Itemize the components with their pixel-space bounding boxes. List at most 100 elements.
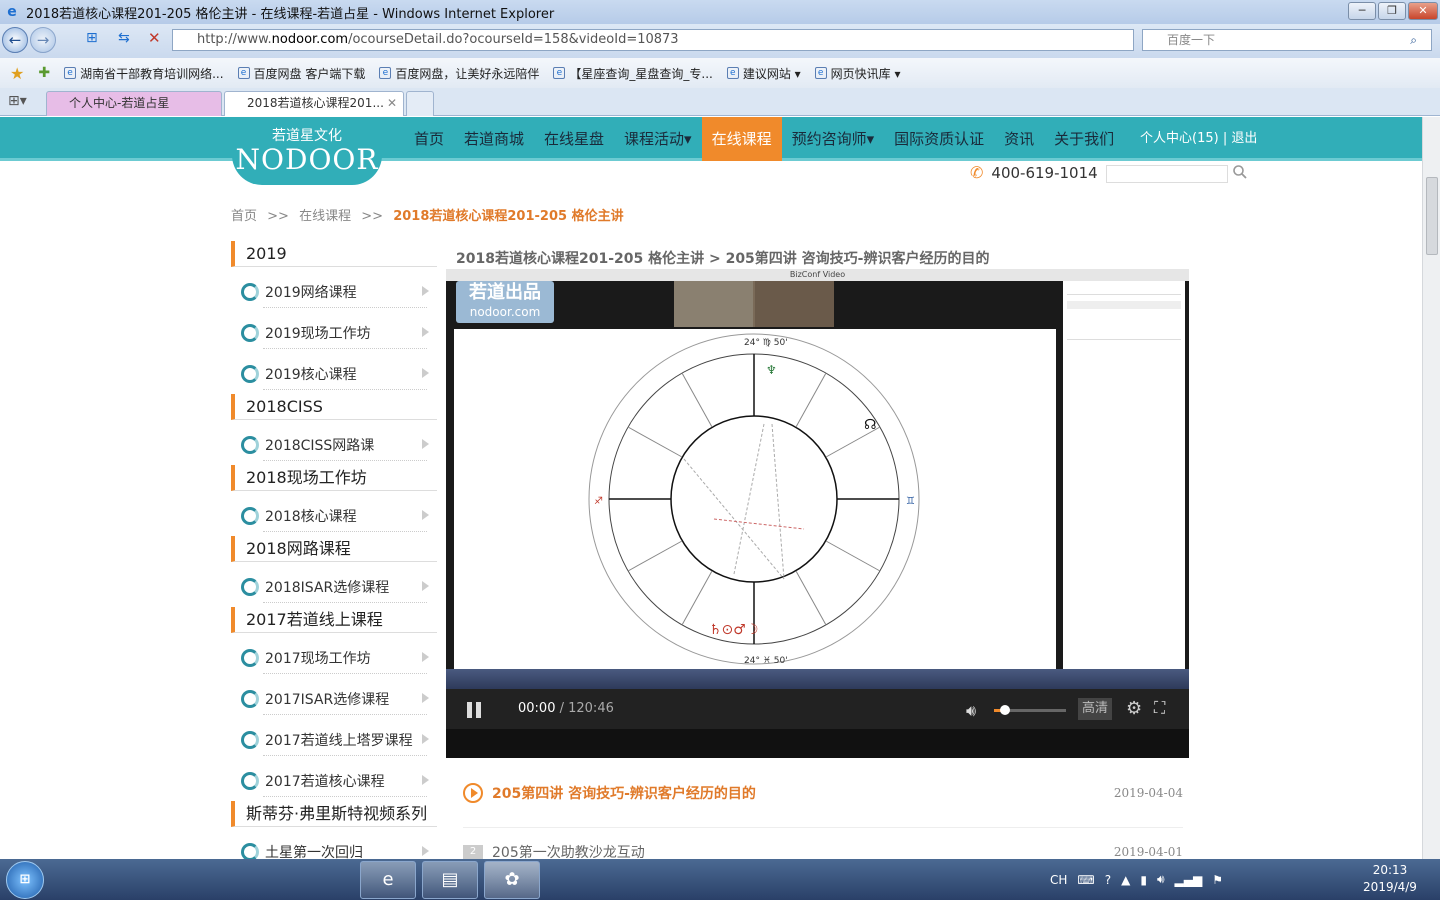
sidebar-item[interactable]: 2019核心课程 [231,353,437,394]
page-icon: e [64,67,77,79]
video-player[interactable]: BizConf Video 若道出品 nodoor.com 24° ♍ 50' … [446,269,1189,758]
favorite-link[interactable]: e 建议网站 ▾ [726,65,801,82]
ring-icon [241,323,259,342]
start-button[interactable]: ⊞ [6,861,44,899]
pause-button[interactable] [466,702,482,718]
sidebar-item[interactable]: 土星第一次回归 [231,831,437,859]
quality-button[interactable]: 高清 [1078,698,1112,720]
conference-window-title: BizConf Video [446,269,1189,281]
action-center-icon[interactable]: ⚑ [1212,873,1223,887]
gear-icon[interactable]: ⚙ [1126,698,1142,719]
sidebar-item[interactable]: 2018核心课程 [231,495,437,536]
webcam-right [755,281,834,327]
system-clock[interactable]: 20:13 2019/4/9 [1352,862,1428,896]
favorite-link[interactable]: e 【星座查询_星盘查询_专... [553,65,713,82]
sidebar-category[interactable]: 2019 [231,241,437,267]
svg-text:24° ♓ 50': 24° ♓ 50' [744,656,788,666]
sidebar-category[interactable]: 2017若道线上课程 [231,607,437,633]
nav-news[interactable]: 资讯 [994,117,1044,161]
new-tab-button[interactable] [406,91,434,116]
close-window-button[interactable]: ✕ [1408,2,1438,20]
main-nav: 首页 若道商城 在线星盘 课程活动▾ 在线课程 预约咨询师▾ 国际资质认证 资讯… [404,117,1124,161]
scrollbar-thumb[interactable] [1426,177,1438,255]
refresh-icon[interactable]: ⇆ [118,30,130,46]
lesson-item[interactable]: 2 205第一次助教沙龙互动 2019-04-01 [463,837,1183,859]
sidebar-category[interactable]: 斯蒂芬·弗里斯特视频系列 [231,801,437,827]
sidebar-category[interactable]: 2018网路课程 [231,536,437,562]
keyboard-icon[interactable]: ⌨ [1077,873,1094,887]
volume-slider[interactable] [994,705,1066,715]
site-logo[interactable]: 若道星文化 NODOOR [232,123,382,185]
sidebar-item[interactable]: 2017ISAR选修课程 [231,678,437,719]
favorite-link[interactable]: e 网页快讯库 ▾ [814,65,901,82]
svg-text:♄⊙♂☽: ♄⊙♂☽ [709,622,758,638]
page-icon: e [814,67,827,79]
nav-about[interactable]: 关于我们 [1044,117,1124,161]
favorite-link[interactable]: e 百度网盘，让美好永远陪伴 [379,65,539,82]
taskbar-ie-icon[interactable]: e [360,861,416,899]
sidebar-item[interactable]: 2019网络课程 [231,271,437,312]
tab-user-center[interactable]: 个人中心-若道占星 [46,91,222,116]
quick-tabs-icon[interactable]: ⊞▾ [8,93,27,109]
user-center-link[interactable]: 个人中心(15) [1140,131,1219,146]
minimize-button[interactable]: ─ [1348,2,1376,20]
search-input[interactable]: 百度一下 ⌕ [1142,29,1432,51]
stop-icon[interactable]: ✕ [148,29,161,47]
sidebar-category[interactable]: 2018CISS [231,394,437,420]
svg-text:☊: ☊ [864,417,876,433]
taskbar-app-icon[interactable]: ✿ [484,861,540,899]
taskbar-explorer-icon[interactable]: ▤ [422,861,478,899]
sidebar-item[interactable]: 2018CISS网路课 [231,424,437,465]
site-header: 首页 若道商城 在线星盘 课程活动▾ 在线课程 预约咨询师▾ 国际资质认证 资讯… [0,117,1422,161]
favorites-star-icon[interactable]: ★ [10,64,24,83]
signal-icon[interactable]: ▂▄▆ [1175,873,1203,887]
volume-knob[interactable] [999,705,1010,715]
show-hidden-icons[interactable]: ▲ [1121,873,1130,887]
sidebar-item[interactable]: 2017若道线上塔罗课程 [231,719,437,760]
back-button[interactable]: ← [2,27,28,53]
ring-icon [241,842,259,859]
sidebar-item[interactable]: 2017若道核心课程 [231,760,437,801]
nav-consultant[interactable]: 预约咨询师▾ [782,117,885,161]
breadcrumb-home[interactable]: 首页 [231,209,257,224]
help-icon[interactable]: ? [1105,873,1111,887]
time-display: 00:00 / 120:46 [518,701,614,716]
compat-view-icon[interactable]: ⊞ [86,30,98,46]
nav-shop[interactable]: 若道商城 [454,117,534,161]
sidebar-item[interactable]: 2017现场工作坊 [231,637,437,678]
search-icon[interactable]: ⌕ [1410,30,1417,50]
ring-icon [241,771,259,790]
site-search-input[interactable] [1106,165,1228,183]
breadcrumb-section[interactable]: 在线课程 [299,209,351,224]
nav-activities[interactable]: 课程活动▾ [614,117,702,161]
sidepanel-header [1067,285,1181,295]
nav-online-chart[interactable]: 在线星盘 [534,117,614,161]
network-icon[interactable]: ▮ [1140,873,1147,887]
search-placeholder: 百度一下 [1167,33,1216,47]
close-tab-icon[interactable]: ✕ [387,92,397,115]
lesson-item[interactable]: 205第四讲 咨询技巧-辨识客户经历的目的 2019-04-04 [463,778,1183,808]
add-favorite-icon[interactable]: ✚ [38,65,50,81]
sidebar-category[interactable]: 2018现场工作坊 [231,465,437,491]
svg-text:♐: ♐ [594,496,603,507]
site-search-icon[interactable] [1232,164,1248,180]
fullscreen-icon[interactable]: ⛶ [1154,698,1165,718]
nav-home[interactable]: 首页 [404,117,454,161]
nav-certification[interactable]: 国际资质认证 [884,117,994,161]
favorite-link[interactable]: e 湖南省干部教育培训网络... [64,65,224,82]
sidebar-item[interactable]: 2019现场工作坊 [231,312,437,353]
logout-link[interactable]: 退出 [1231,131,1257,146]
tab-course[interactable]: 2018若道核心课程201... ✕ [224,91,404,116]
volume-tray-icon[interactable]: 🔊︎ [1157,872,1165,887]
forward-button[interactable]: → [30,27,56,53]
volume-icon[interactable]: 🔊︎ [966,701,976,721]
address-input[interactable]: http://www.nodoor.com/ocourseDetail.do?o… [172,29,1134,51]
webcam-thumbnails [674,281,834,327]
sidebar-item[interactable]: 2018ISAR选修课程 [231,566,437,607]
favorite-link[interactable]: e 百度网盘 客户端下载 [237,65,365,82]
language-indicator[interactable]: CH [1050,873,1067,887]
maximize-button[interactable]: ❐ [1378,2,1406,20]
page-scrollbar[interactable] [1422,117,1440,859]
nav-online-courses[interactable]: 在线课程 [701,117,782,161]
video-frame[interactable]: BizConf Video 若道出品 nodoor.com 24° ♍ 50' … [446,269,1189,689]
